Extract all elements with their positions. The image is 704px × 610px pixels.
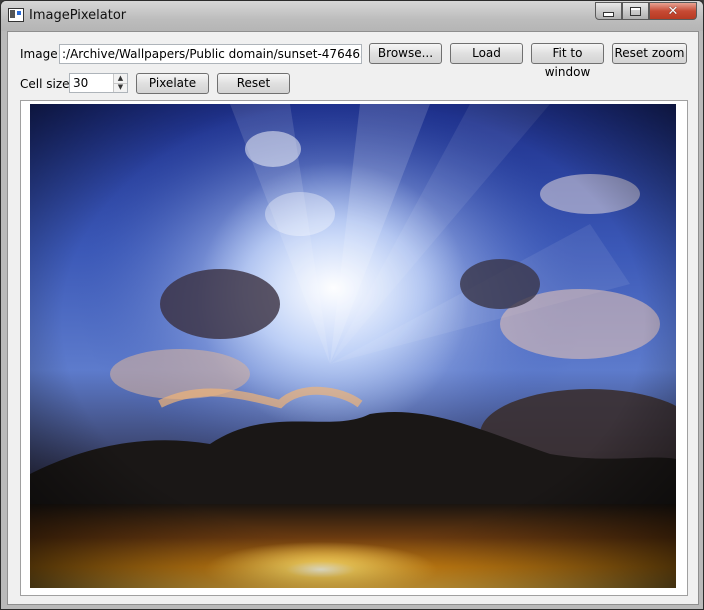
image-viewport[interactable]: [20, 100, 688, 596]
sunset-photo: [30, 104, 676, 588]
title-bar[interactable]: ImagePixelator ✕: [1, 1, 703, 31]
main-window: ImagePixelator ✕ Image: :/Archive/Wallpa…: [0, 0, 704, 610]
minimize-icon: [603, 11, 614, 17]
cell-size-value[interactable]: 30: [73, 76, 88, 90]
window-title: ImagePixelator: [29, 8, 127, 23]
fit-to-window-button[interactable]: Fit to window: [531, 43, 604, 79]
cell-size-label: Cell size:: [20, 77, 74, 91]
reset-zoom-button[interactable]: Reset zoom: [612, 43, 687, 64]
browse-button[interactable]: Browse...: [369, 43, 442, 64]
close-button[interactable]: ✕: [649, 2, 697, 20]
image-path-input[interactable]: :/Archive/Wallpapers/Public domain/sunse…: [59, 44, 362, 64]
app-icon: [8, 8, 24, 22]
load-button[interactable]: Load: [450, 43, 523, 64]
maximize-icon: [630, 6, 641, 16]
window-controls: ✕: [595, 2, 697, 21]
close-icon: ✕: [667, 3, 679, 19]
pixelate-button[interactable]: Pixelate: [136, 73, 209, 94]
spin-down-icon[interactable]: ▼: [114, 83, 127, 92]
minimize-button[interactable]: [595, 2, 622, 20]
maximize-button[interactable]: [622, 2, 649, 20]
spin-arrows: ▲ ▼: [113, 74, 127, 92]
reset-button[interactable]: Reset: [217, 73, 290, 94]
image-label: Image:: [20, 47, 62, 61]
cell-size-spinbox[interactable]: 30 ▲ ▼: [69, 73, 128, 93]
sunset-image: [30, 104, 676, 588]
client-area: Image: :/Archive/Wallpapers/Public domai…: [7, 31, 699, 605]
